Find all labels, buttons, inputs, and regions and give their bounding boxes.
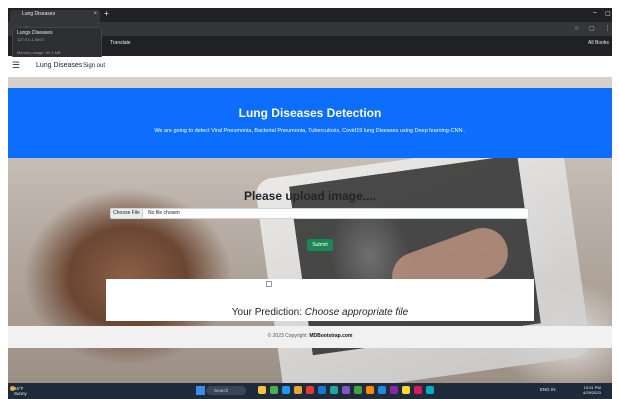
app-icon-9[interactable] (366, 386, 374, 394)
hover-card-url: 127.0.0.1:5000 (17, 37, 44, 42)
app-icon-6[interactable] (330, 386, 338, 394)
upload-heading: Please upload image.... (243, 189, 377, 203)
broken-image-icon (266, 281, 272, 287)
hover-card-memory: Memory usage: 80.2 MB (17, 50, 61, 55)
hero-description: We are going to detect Viral Pneumonia, … (154, 128, 466, 134)
file-explorer-icon[interactable] (258, 386, 266, 394)
file-status: No file chosen (148, 210, 180, 216)
app-icon-8[interactable] (354, 386, 362, 394)
maximize-icon[interactable]: ▢ (605, 10, 611, 17)
weather-desc: Sunny (14, 391, 27, 396)
app-icon-4[interactable] (306, 386, 314, 394)
new-tab-button[interactable]: + (104, 9, 109, 18)
hover-card-title: Lungs Diseases (17, 30, 53, 36)
browser-tab[interactable]: Lung Diseases × (10, 10, 100, 22)
footer-copyright: © 2023 Copyright: MDBootstrap.com (8, 333, 612, 339)
app-icon-3[interactable] (294, 386, 302, 394)
prediction-result: Your Prediction: Choose appropriate file (106, 307, 534, 318)
app-icon-14[interactable] (426, 386, 434, 394)
clock[interactable]: 10:01 PM 4/29/2023 (583, 385, 601, 395)
submit-button[interactable]: Submit (307, 239, 333, 251)
page-title: Lung Diseases Detection (238, 106, 382, 120)
app-icon-10[interactable] (378, 386, 386, 394)
screen: Lung Diseases × + – ▢ turbo ☆ ▢ ⋮ Transl… (0, 0, 619, 399)
menu-icon[interactable]: ☰ (12, 60, 20, 71)
system-tray[interactable]: ENG IN (540, 387, 556, 392)
app-icon-12[interactable] (402, 386, 410, 394)
minimize-icon[interactable]: – (593, 9, 597, 16)
close-tab-icon[interactable]: × (93, 11, 97, 17)
choose-file-button[interactable]: Choose File (111, 209, 143, 218)
app-icon-11[interactable] (390, 386, 398, 394)
nav-brand[interactable]: Lung Diseases (36, 62, 82, 69)
weather-widget[interactable]: 46°F Sunny (14, 386, 27, 396)
app-icon-5[interactable] (318, 386, 326, 394)
app-icon-7[interactable] (342, 386, 350, 394)
copyright-text: © 2023 Copyright: (267, 333, 310, 339)
signout-link[interactable]: Sign out (83, 63, 105, 69)
clock-date: 4/29/2023 (583, 390, 601, 395)
tab-title: Lung Diseases (22, 11, 56, 17)
all-bookmarks[interactable]: All Books (588, 40, 609, 46)
windows-start-icon[interactable] (196, 386, 205, 395)
footer-link[interactable]: MDBootstrap.com (309, 333, 352, 339)
app-icon-13[interactable] (414, 386, 422, 394)
prediction-label: Your Prediction: (231, 307, 305, 318)
hero-banner (8, 88, 612, 158)
app-icon-1[interactable] (270, 386, 278, 394)
browser-toolbar-icons[interactable]: ☆ ▢ ⋮ (574, 25, 614, 32)
taskbar-search[interactable]: Search (206, 386, 246, 395)
app-icon-2[interactable] (282, 386, 290, 394)
bookmark-translate[interactable]: Translate (110, 40, 131, 46)
prediction-value: Choose appropriate file (304, 307, 409, 318)
